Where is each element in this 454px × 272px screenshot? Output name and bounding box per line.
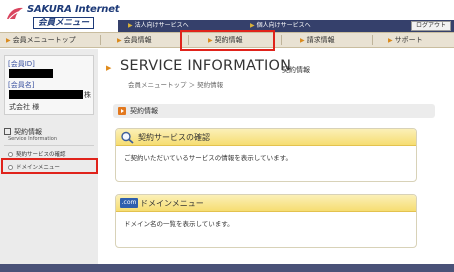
highlight-box-contract-nav — [180, 30, 275, 51]
arrow-icon: ▶ — [128, 22, 133, 29]
logo-subtext: 会員メニュー — [33, 17, 95, 29]
page-subtitle: 契約情報 — [282, 66, 310, 74]
contract-check-card[interactable]: 契約サービスの確認 ご契約いただいているサービスの情報を表示しています。 — [115, 128, 417, 182]
nav-label: サポート — [394, 36, 423, 44]
utility-bar: ▶ 法人向けサービスへ ▶ 個人向けサービスへ ログアウト — [118, 20, 454, 32]
dot-com-icon: .com — [120, 198, 138, 208]
domain-menu-card[interactable]: .com ドメインメニュー ドメイン名の一覧を表示しています。 — [115, 194, 417, 248]
side-item-contract-check[interactable]: 契約サービスの確認 — [8, 150, 66, 158]
member-name-suffix: 株 — [84, 91, 91, 99]
redacted-member-name — [9, 90, 83, 99]
arrow-icon: ▶ — [6, 37, 11, 44]
nav-divider — [100, 35, 101, 45]
document-icon — [4, 128, 11, 135]
side-section-title-text: 契約情報 — [14, 128, 42, 136]
site-header: SAKURA Internet 会員メニュー ▶ 法人向けサービスへ ▶ 個人向けサ… — [0, 0, 454, 32]
nav-divider — [372, 35, 373, 45]
nav-support[interactable]: ▶ サポート — [388, 33, 423, 47]
sakura-logo[interactable]: SAKURA Internet 会員メニュー — [5, 3, 125, 31]
member-name-label: [会員名] — [8, 81, 35, 89]
card-title: ドメインメニュー — [140, 199, 204, 208]
card-header: 契約サービスの確認 — [116, 129, 416, 146]
nav-label: 請求情報 — [306, 36, 335, 44]
nav-label: 会員情報 — [123, 36, 152, 44]
member-company-text: 式会社 様 — [9, 103, 40, 111]
arrow-icon: ▶ — [117, 37, 122, 44]
member-info-box: [会員ID] [会員名] 株 式会社 様 — [4, 55, 94, 115]
footer-bar — [0, 264, 454, 272]
sakura-logo-icon — [7, 7, 23, 20]
play-icon — [118, 107, 126, 115]
card-title: 契約サービスの確認 — [138, 133, 210, 142]
personal-services-label: 個人向けサービスへ — [256, 22, 311, 29]
nav-label: 会員メニュートップ — [12, 36, 76, 44]
section-header-label: 契約情報 — [130, 107, 158, 115]
title-arrow-icon: ▶ — [106, 64, 112, 72]
bullet-icon — [8, 151, 13, 157]
redacted-member-id — [9, 69, 53, 78]
highlight-box-domain-menu — [1, 158, 98, 174]
card-body: ドメイン名の一覧を表示しています。 — [124, 220, 234, 228]
arrow-icon: ▶ — [300, 37, 305, 44]
breadcrumb: 会員メニュートップ ＞ 契約情報 — [128, 81, 224, 89]
arrow-icon: ▶ — [250, 22, 255, 29]
side-section-subtitle: Service Information — [8, 136, 58, 142]
corporate-services-label: 法人向けサービスへ — [134, 22, 189, 29]
arrow-icon: ▶ — [388, 37, 393, 44]
nav-billing-info[interactable]: ▶ 請求情報 — [300, 33, 335, 47]
logo-text: SAKURA Internet — [27, 4, 120, 15]
nav-divider — [281, 35, 282, 45]
section-header-bar: 契約情報 — [113, 104, 435, 118]
logout-button[interactable]: ログアウト — [411, 21, 451, 31]
side-divider — [4, 145, 94, 146]
card-header: .com ドメインメニュー — [116, 195, 416, 212]
card-body: ご契約いただいているサービスの情報を表示しています。 — [124, 154, 292, 162]
magnifier-icon — [121, 131, 134, 144]
member-id-label: [会員ID] — [8, 60, 35, 68]
nav-member-info[interactable]: ▶ 会員情報 — [117, 33, 152, 47]
nav-member-top[interactable]: ▶ 会員メニュートップ — [6, 33, 76, 47]
page-title: SERVICE INFORMATION — [120, 58, 292, 74]
